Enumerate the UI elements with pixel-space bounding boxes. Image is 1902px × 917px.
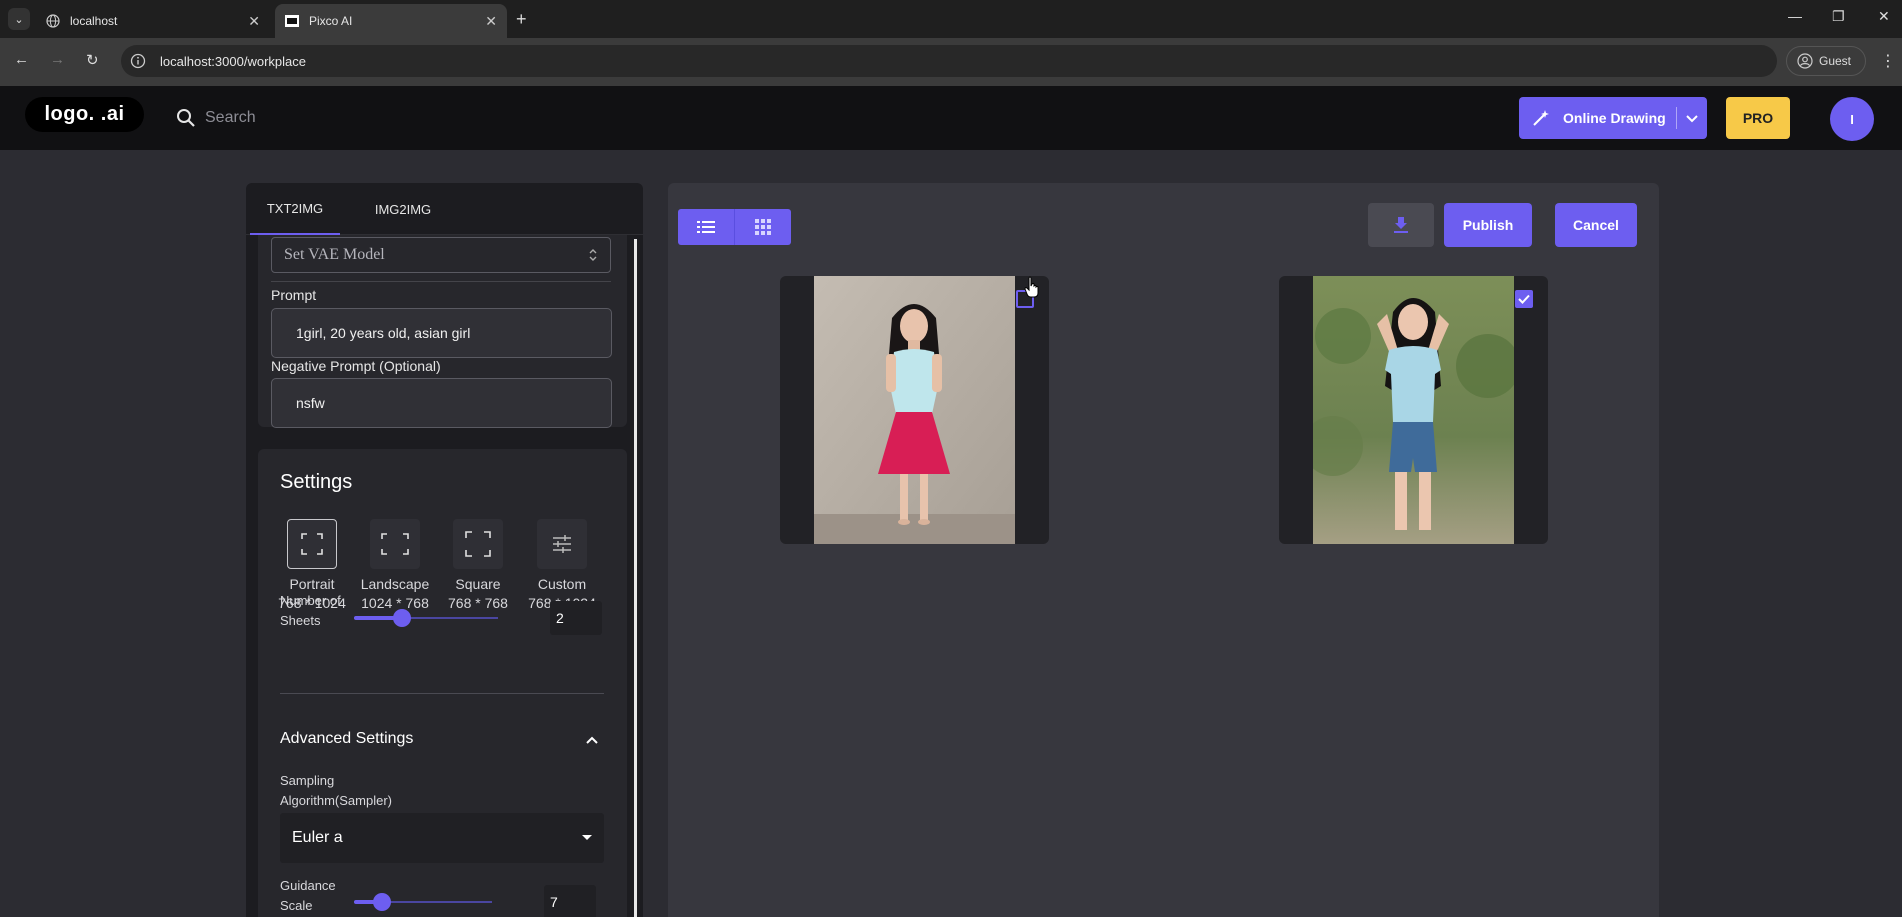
ratio-size: 1024 * 768 xyxy=(361,595,429,611)
close-tab-icon[interactable]: ✕ xyxy=(248,13,260,30)
browser-tab-localhost[interactable]: localhost ✕ xyxy=(36,4,270,38)
guidance-label: Guidance Scale xyxy=(280,876,336,916)
user-avatar[interactable]: I xyxy=(1830,97,1874,141)
guidance-number-input[interactable]: 7 xyxy=(544,885,596,917)
sliders-icon xyxy=(537,519,587,569)
profile-label: Guest xyxy=(1819,54,1852,68)
guidance-label-line2: Scale xyxy=(280,898,313,913)
app-logo[interactable]: logo. .ai xyxy=(25,97,144,132)
vae-model-select[interactable]: Set VAE Model xyxy=(271,237,611,273)
ratio-square[interactable]: Square 768 * 768 xyxy=(442,519,514,613)
settings-card: Settings Portrait 768 * 1024 Landscape 1… xyxy=(258,449,627,917)
chevron-down-icon[interactable] xyxy=(1685,111,1699,125)
sampler-select[interactable]: Euler a xyxy=(280,813,604,863)
url-text: localhost:3000/workplace xyxy=(160,53,306,69)
results-panel: Publish Cancel xyxy=(668,183,1659,917)
online-drawing-button[interactable]: Online Drawing xyxy=(1519,97,1707,139)
tab-img2img[interactable]: IMG2IMG xyxy=(358,183,448,235)
download-icon xyxy=(1394,217,1408,233)
sheets-number-input[interactable]: 2 xyxy=(550,601,602,635)
sheets-label: Number of Sheets xyxy=(280,591,341,631)
browser-tab-strip: ⌄ localhost ✕ Pixco AI ✕ + — ❐ ✕ xyxy=(0,0,1902,38)
sheets-slider-thumb[interactable] xyxy=(393,609,411,627)
panel-scrollbar[interactable] xyxy=(634,239,637,917)
generated-image xyxy=(814,276,1015,544)
ratio-custom[interactable]: Custom 768 * 1024 xyxy=(526,519,598,613)
site-info-icon[interactable] xyxy=(130,53,146,69)
new-tab-icon[interactable]: + xyxy=(516,9,527,30)
pixco-favicon xyxy=(285,14,299,28)
download-button[interactable] xyxy=(1368,203,1434,247)
generated-image-card[interactable] xyxy=(1279,276,1548,544)
advanced-settings-title[interactable]: Advanced Settings xyxy=(280,730,413,748)
sampler-label-line1: Sampling xyxy=(280,773,335,788)
publish-button[interactable]: Publish xyxy=(1444,203,1532,247)
hand-cursor-icon xyxy=(1024,276,1039,298)
sheets-label-line2: Sheets xyxy=(280,613,321,628)
sampler-label: Sampling Algorithm(Sampler) xyxy=(280,771,392,811)
generated-image xyxy=(1313,276,1514,544)
divider xyxy=(271,281,611,282)
ratio-name: Custom xyxy=(537,576,587,592)
guidance-label-line1: Guidance xyxy=(280,878,336,893)
minimize-icon[interactable]: — xyxy=(1788,8,1802,24)
online-drawing-label: Online Drawing xyxy=(1563,110,1666,126)
profile-icon xyxy=(1797,53,1813,69)
vae-select-value: Set VAE Model xyxy=(284,246,385,263)
browser-menu-icon[interactable]: ⋮ xyxy=(1880,51,1896,71)
view-toggle xyxy=(678,209,791,245)
sampler-value: Euler a xyxy=(292,829,343,846)
sampler-label-line2: Algorithm(Sampler) xyxy=(280,793,392,808)
prompt-card: Set VAE Model Prompt 1girl, 20 years old… xyxy=(258,235,627,428)
negative-prompt-label: Negative Prompt (Optional) xyxy=(271,358,441,374)
button-divider xyxy=(1675,107,1677,129)
cancel-button[interactable]: Cancel xyxy=(1555,203,1637,247)
back-icon[interactable]: ← xyxy=(14,51,29,68)
prompt-input[interactable]: 1girl, 20 years old, asian girl xyxy=(271,308,612,358)
tab-title: Pixco AI xyxy=(309,14,353,28)
guidance-slider-thumb[interactable] xyxy=(373,893,391,911)
search-input[interactable] xyxy=(205,104,605,132)
reload-icon[interactable]: ↻ xyxy=(86,51,99,69)
generated-image-card[interactable] xyxy=(780,276,1049,544)
prompt-label: Prompt xyxy=(271,287,317,303)
square-frame-icon xyxy=(453,519,503,569)
grid-view-icon[interactable] xyxy=(734,209,790,245)
tab-txt2img[interactable]: TXT2IMG xyxy=(250,183,340,235)
magic-wand-icon xyxy=(1533,110,1549,126)
landscape-frame-icon xyxy=(370,519,420,569)
profile-button[interactable]: Guest xyxy=(1786,46,1866,76)
divider xyxy=(280,693,604,694)
ratio-name: Square xyxy=(455,576,501,592)
ratio-size: 768 * 768 xyxy=(448,595,508,611)
close-tab-icon[interactable]: ✕ xyxy=(485,13,497,30)
list-view-icon[interactable] xyxy=(678,209,734,245)
ratio-name: Landscape xyxy=(360,576,430,592)
browser-tab-pixco[interactable]: Pixco AI ✕ xyxy=(275,4,507,38)
mode-tabs: TXT2IMG IMG2IMG xyxy=(246,183,643,235)
search-icon xyxy=(177,109,195,127)
forward-icon[interactable]: → xyxy=(50,51,65,68)
ratio-landscape[interactable]: Landscape 1024 * 768 xyxy=(359,519,431,613)
sheets-label-line1: Number of xyxy=(280,593,341,608)
generation-panel: TXT2IMG IMG2IMG Set VAE Model Prompt 1gi… xyxy=(246,183,643,917)
settings-title: Settings xyxy=(280,471,353,493)
chevron-up-icon[interactable] xyxy=(584,732,600,748)
caret-down-icon xyxy=(582,835,592,840)
globe-icon xyxy=(46,14,60,28)
close-window-icon[interactable]: ✕ xyxy=(1878,8,1890,25)
negative-prompt-input[interactable]: nsfw xyxy=(271,378,612,428)
tab-search-button[interactable]: ⌄ xyxy=(8,8,30,30)
image-select-checkbox[interactable] xyxy=(1515,290,1533,308)
address-bar[interactable]: localhost:3000/workplace xyxy=(121,45,1777,77)
tab-title: localhost xyxy=(70,14,118,28)
restore-icon[interactable]: ❐ xyxy=(1832,8,1845,25)
select-arrows-icon xyxy=(589,249,597,261)
pro-button[interactable]: PRO xyxy=(1726,97,1790,139)
portrait-frame-icon xyxy=(287,519,337,569)
checkmark-icon xyxy=(1518,294,1530,304)
